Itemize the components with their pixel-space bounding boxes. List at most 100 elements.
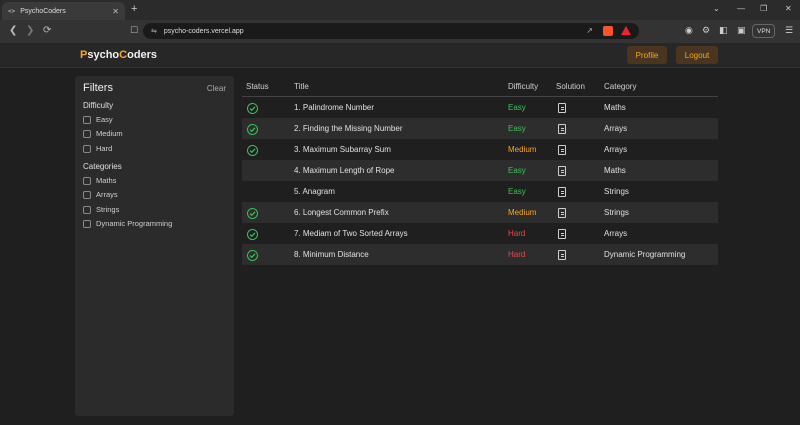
app-logo[interactable]: PsychoCoders: [80, 49, 157, 61]
col-solution: Solution: [556, 82, 585, 91]
maximize-icon[interactable]: ❐: [760, 4, 767, 13]
problem-title[interactable]: 1. Palindrome Number: [294, 103, 374, 112]
col-status: Status: [246, 82, 269, 91]
solution-document-icon[interactable]: [558, 103, 566, 113]
solved-check-icon: [247, 124, 258, 135]
category-text: Strings: [604, 208, 629, 217]
table-row[interactable]: 3. Maximum Subarray Sum Medium Arrays: [242, 139, 718, 160]
problem-title[interactable]: 8. Minimum Distance: [294, 250, 369, 259]
table-row[interactable]: 4. Maximum Length of Rope Easy Maths: [242, 160, 718, 181]
logout-button[interactable]: Logout: [676, 46, 718, 64]
difficulty-badge: Easy: [508, 103, 526, 112]
app-header: PsychoCoders Profile Logout: [0, 43, 800, 68]
table-row[interactable]: 6. Longest Common Prefix Medium Strings: [242, 202, 718, 223]
solved-check-icon: [247, 103, 258, 114]
share-icon[interactable]: ↗: [586, 26, 593, 35]
category-option-strings[interactable]: Strings: [83, 205, 119, 214]
difficulty-badge: Hard: [508, 229, 526, 238]
category-text: Arrays: [604, 145, 628, 154]
browser-tab[interactable]: <> PsychoCoders ✕: [2, 2, 125, 20]
brave-shield-icon[interactable]: [603, 26, 613, 36]
problem-title[interactable]: 2. Finding the Missing Number: [294, 124, 403, 133]
difficulty-badge: Easy: [508, 166, 526, 175]
tab-favicon-icon: <>: [8, 7, 16, 15]
tab-search-icon[interactable]: ⌄: [713, 4, 720, 13]
table-header: Status Title Difficulty Solution Categor…: [242, 80, 718, 97]
forward-icon[interactable]: ❯: [26, 25, 34, 36]
problem-title[interactable]: 6. Longest Common Prefix: [294, 208, 389, 217]
difficulty-label: Difficulty: [83, 101, 114, 110]
checkbox[interactable]: [83, 144, 91, 153]
sidebar-icon[interactable]: ◧: [719, 25, 728, 36]
filters-panel: Filters Clear Difficulty Easy Medium Har…: [75, 76, 234, 416]
solution-document-icon[interactable]: [558, 187, 566, 197]
solution-document-icon[interactable]: [558, 124, 566, 134]
menu-icon[interactable]: ☰: [785, 25, 793, 36]
col-title: Title: [294, 82, 309, 91]
problem-title[interactable]: 7. Mediam of Two Sorted Arrays: [294, 229, 408, 238]
category-option-arrays[interactable]: Arrays: [83, 190, 118, 199]
category-text: Strings: [604, 187, 629, 196]
category-text: Maths: [604, 166, 626, 175]
new-tab-icon[interactable]: +: [131, 3, 137, 15]
categories-label: Categories: [83, 162, 122, 171]
table-row[interactable]: 1. Palindrome Number Easy Maths: [242, 97, 718, 118]
solved-check-icon: [247, 208, 258, 219]
vpn-button[interactable]: VPN: [752, 24, 776, 38]
wallet-icon[interactable]: ▣: [737, 25, 746, 36]
solved-check-icon: [247, 145, 258, 156]
browser-toolbar: ❮ ❯ ⟳ ☐ ⇋ psycho-coders.vercel.app ↗ ◉ ⚙…: [0, 20, 800, 43]
brave-rewards-icon[interactable]: [621, 26, 631, 35]
solution-document-icon[interactable]: [558, 229, 566, 239]
category-text: Arrays: [604, 229, 628, 238]
clear-filters-button[interactable]: Clear: [207, 84, 226, 93]
table-row[interactable]: 8. Minimum Distance Hard Dynamic Programmi…: [242, 244, 718, 265]
col-category: Category: [604, 82, 637, 91]
solution-document-icon[interactable]: [558, 145, 566, 155]
reload-icon[interactable]: ⟳: [43, 25, 51, 36]
checkbox[interactable]: [83, 219, 91, 228]
checkbox[interactable]: [83, 129, 91, 138]
site-info-icon[interactable]: ⇋: [151, 27, 157, 35]
category-text: Maths: [604, 103, 626, 112]
checkbox[interactable]: [83, 190, 91, 199]
back-icon[interactable]: ❮: [9, 25, 17, 36]
solution-document-icon[interactable]: [558, 250, 566, 260]
filters-title: Filters: [83, 82, 113, 94]
solution-document-icon[interactable]: [558, 208, 566, 218]
url-text[interactable]: psycho-coders.vercel.app: [164, 28, 244, 35]
checkbox[interactable]: [83, 115, 91, 124]
col-difficulty: Difficulty: [508, 82, 539, 91]
table-row[interactable]: 7. Mediam of Two Sorted Arrays Hard Arrays: [242, 223, 718, 244]
difficulty-badge: Easy: [508, 187, 526, 196]
checkbox[interactable]: [83, 205, 91, 214]
difficulty-badge: Medium: [508, 145, 537, 154]
table-row[interactable]: 2. Finding the Missing Number Easy Arrays: [242, 118, 718, 139]
category-option-dynamic-programming[interactable]: Dynamic Programming: [83, 219, 172, 228]
solved-check-icon: [247, 229, 258, 240]
problem-title[interactable]: 3. Maximum Subarray Sum: [294, 145, 391, 154]
address-bar[interactable]: ⇋ psycho-coders.vercel.app ↗: [143, 23, 639, 39]
checkbox[interactable]: [83, 176, 91, 185]
problem-title[interactable]: 5. Anagram: [294, 187, 335, 196]
category-text: Arrays: [604, 124, 628, 133]
difficulty-option-hard[interactable]: Hard: [83, 144, 112, 153]
category-option-maths[interactable]: Maths: [83, 176, 116, 185]
category-text: Dynamic Programming: [604, 250, 686, 259]
difficulty-badge: Easy: [508, 124, 526, 133]
difficulty-option-easy[interactable]: Easy: [83, 115, 113, 124]
table-row[interactable]: 5. Anagram Easy Strings: [242, 181, 718, 202]
difficulty-badge: Hard: [508, 250, 526, 259]
extensions-icon[interactable]: ⚙: [702, 25, 710, 36]
close-window-icon[interactable]: ✕: [785, 4, 792, 13]
solution-document-icon[interactable]: [558, 166, 566, 176]
problem-title[interactable]: 4. Maximum Length of Rope: [294, 166, 395, 175]
difficulty-option-medium[interactable]: Medium: [83, 129, 123, 138]
camera-icon[interactable]: ◉: [685, 25, 693, 36]
minimize-icon[interactable]: —: [737, 4, 745, 13]
difficulty-badge: Medium: [508, 208, 537, 217]
tab-title: PsychoCoders: [20, 7, 66, 15]
profile-button[interactable]: Profile: [627, 46, 667, 64]
bookmark-icon[interactable]: ☐: [130, 25, 138, 36]
tab-close-icon[interactable]: ✕: [112, 7, 119, 16]
